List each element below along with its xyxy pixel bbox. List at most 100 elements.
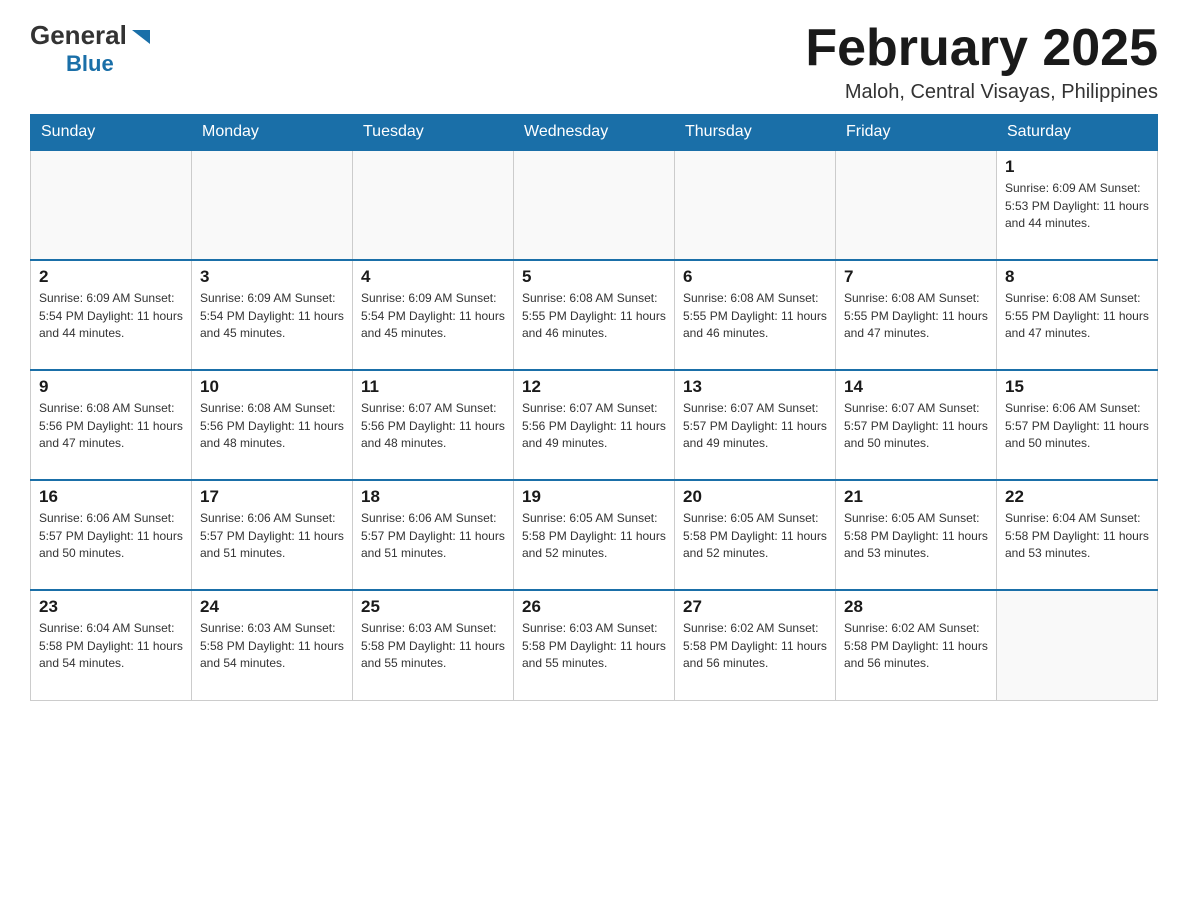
title-section: February 2025 Maloh, Central Visayas, Ph…: [805, 20, 1158, 104]
calendar-cell: [514, 150, 675, 260]
calendar-week-row: 9Sunrise: 6:08 AM Sunset: 5:56 PM Daylig…: [31, 370, 1158, 480]
day-info: Sunrise: 6:05 AM Sunset: 5:58 PM Dayligh…: [683, 510, 827, 562]
day-info: Sunrise: 6:09 AM Sunset: 5:54 PM Dayligh…: [39, 290, 183, 342]
calendar-cell: 23 Sunrise: 6:04 AM Sunset: 5:58 PM Dayli…: [31, 590, 192, 700]
day-info: Sunrise: 6:07 AM Sunset: 5:57 PM Dayligh…: [683, 400, 827, 452]
calendar-cell: 25 Sunrise: 6:03 AM Sunset: 5:58 PM Dayli…: [353, 590, 514, 700]
calendar-cell: [997, 590, 1158, 700]
day-number: 5: [522, 267, 666, 287]
calendar-cell: [675, 150, 836, 260]
day-number: 21: [844, 487, 988, 507]
day-number: 27: [683, 597, 827, 617]
calendar-cell: 2 Sunrise: 6:09 AM Sunset: 5:54 PM Daylig…: [31, 260, 192, 370]
calendar-cell: [31, 150, 192, 260]
calendar-cell: 18 Sunrise: 6:06 AM Sunset: 5:57 PM Dayli…: [353, 480, 514, 590]
calendar-cell: 14 Sunrise: 6:07 AM Sunset: 5:57 PM Dayli…: [836, 370, 997, 480]
day-number: 10: [200, 377, 344, 397]
day-number: 2: [39, 267, 183, 287]
weekday-header-monday: Monday: [192, 115, 353, 151]
day-number: 17: [200, 487, 344, 507]
logo-triangle-icon: [130, 26, 152, 48]
day-number: 11: [361, 377, 505, 397]
calendar-cell: 13 Sunrise: 6:07 AM Sunset: 5:57 PM Dayli…: [675, 370, 836, 480]
day-info: Sunrise: 6:04 AM Sunset: 5:58 PM Dayligh…: [39, 620, 183, 672]
day-info: Sunrise: 6:06 AM Sunset: 5:57 PM Dayligh…: [200, 510, 344, 562]
day-number: 19: [522, 487, 666, 507]
day-info: Sunrise: 6:08 AM Sunset: 5:55 PM Dayligh…: [1005, 290, 1149, 342]
day-info: Sunrise: 6:07 AM Sunset: 5:56 PM Dayligh…: [361, 400, 505, 452]
day-info: Sunrise: 6:08 AM Sunset: 5:56 PM Dayligh…: [200, 400, 344, 452]
day-info: Sunrise: 6:06 AM Sunset: 5:57 PM Dayligh…: [39, 510, 183, 562]
day-number: 28: [844, 597, 988, 617]
day-number: 26: [522, 597, 666, 617]
day-info: Sunrise: 6:04 AM Sunset: 5:58 PM Dayligh…: [1005, 510, 1149, 562]
day-number: 14: [844, 377, 988, 397]
day-number: 6: [683, 267, 827, 287]
day-number: 18: [361, 487, 505, 507]
logo-blue-text: Blue: [66, 51, 114, 76]
calendar-cell: 6Sunrise: 6:08 AM Sunset: 5:55 PM Daylig…: [675, 260, 836, 370]
day-number: 20: [683, 487, 827, 507]
weekday-header-thursday: Thursday: [675, 115, 836, 151]
calendar-cell: 24 Sunrise: 6:03 AM Sunset: 5:58 PM Dayli…: [192, 590, 353, 700]
calendar-week-row: 1 Sunrise: 6:09 AM Sunset: 5:53 PM Daylig…: [31, 150, 1158, 260]
calendar-cell: [836, 150, 997, 260]
weekday-header-wednesday: Wednesday: [514, 115, 675, 151]
weekday-header-tuesday: Tuesday: [353, 115, 514, 151]
calendar-cell: 11 Sunrise: 6:07 AM Sunset: 5:56 PM Dayli…: [353, 370, 514, 480]
day-number: 4: [361, 267, 505, 287]
day-number: 15: [1005, 377, 1149, 397]
logo: General Blue: [30, 20, 152, 77]
day-info: Sunrise: 6:03 AM Sunset: 5:58 PM Dayligh…: [361, 620, 505, 672]
page-header: General Blue February 2025 Maloh, Centra…: [30, 20, 1158, 104]
day-info: Sunrise: 6:08 AM Sunset: 5:55 PM Dayligh…: [844, 290, 988, 342]
calendar-cell: [192, 150, 353, 260]
day-number: 12: [522, 377, 666, 397]
day-number: 25: [361, 597, 505, 617]
calendar-week-row: 23 Sunrise: 6:04 AM Sunset: 5:58 PM Dayli…: [31, 590, 1158, 700]
weekday-header-saturday: Saturday: [997, 115, 1158, 151]
day-info: Sunrise: 6:06 AM Sunset: 5:57 PM Dayligh…: [1005, 400, 1149, 452]
calendar-header-row: SundayMondayTuesdayWednesdayThursdayFrid…: [31, 115, 1158, 151]
day-number: 7: [844, 267, 988, 287]
day-number: 23: [39, 597, 183, 617]
calendar-cell: 5 Sunrise: 6:08 AM Sunset: 5:55 PM Daylig…: [514, 260, 675, 370]
day-info: Sunrise: 6:09 AM Sunset: 5:53 PM Dayligh…: [1005, 180, 1149, 232]
day-info: Sunrise: 6:03 AM Sunset: 5:58 PM Dayligh…: [522, 620, 666, 672]
calendar-cell: 19 Sunrise: 6:05 AM Sunset: 5:58 PM Dayli…: [514, 480, 675, 590]
day-number: 8: [1005, 267, 1149, 287]
calendar-cell: 26 Sunrise: 6:03 AM Sunset: 5:58 PM Dayli…: [514, 590, 675, 700]
day-info: Sunrise: 6:08 AM Sunset: 5:56 PM Dayligh…: [39, 400, 183, 452]
day-info: Sunrise: 6:05 AM Sunset: 5:58 PM Dayligh…: [844, 510, 988, 562]
calendar-cell: 9Sunrise: 6:08 AM Sunset: 5:56 PM Daylig…: [31, 370, 192, 480]
day-info: Sunrise: 6:09 AM Sunset: 5:54 PM Dayligh…: [361, 290, 505, 342]
calendar-cell: 21 Sunrise: 6:05 AM Sunset: 5:58 PM Dayli…: [836, 480, 997, 590]
day-info: Sunrise: 6:08 AM Sunset: 5:55 PM Dayligh…: [522, 290, 666, 342]
day-info: Sunrise: 6:06 AM Sunset: 5:57 PM Dayligh…: [361, 510, 505, 562]
weekday-header-friday: Friday: [836, 115, 997, 151]
calendar-cell: 15 Sunrise: 6:06 AM Sunset: 5:57 PM Dayli…: [997, 370, 1158, 480]
day-info: Sunrise: 6:07 AM Sunset: 5:57 PM Dayligh…: [844, 400, 988, 452]
calendar-cell: 27 Sunrise: 6:02 AM Sunset: 5:58 PM Dayli…: [675, 590, 836, 700]
day-number: 13: [683, 377, 827, 397]
calendar-cell: 17 Sunrise: 6:06 AM Sunset: 5:57 PM Dayli…: [192, 480, 353, 590]
day-number: 24: [200, 597, 344, 617]
weekday-header-sunday: Sunday: [31, 115, 192, 151]
day-number: 1: [1005, 157, 1149, 177]
calendar-cell: 8 Sunrise: 6:08 AM Sunset: 5:55 PM Daylig…: [997, 260, 1158, 370]
day-info: Sunrise: 6:03 AM Sunset: 5:58 PM Dayligh…: [200, 620, 344, 672]
calendar-cell: [353, 150, 514, 260]
day-number: 16: [39, 487, 183, 507]
calendar-table: SundayMondayTuesdayWednesdayThursdayFrid…: [30, 114, 1158, 701]
logo-general-text: General: [30, 20, 127, 51]
calendar-cell: 16 Sunrise: 6:06 AM Sunset: 5:57 PM Dayli…: [31, 480, 192, 590]
page-subtitle: Maloh, Central Visayas, Philippines: [805, 81, 1158, 104]
calendar-cell: 3Sunrise: 6:09 AM Sunset: 5:54 PM Daylig…: [192, 260, 353, 370]
calendar-cell: 1 Sunrise: 6:09 AM Sunset: 5:53 PM Daylig…: [997, 150, 1158, 260]
calendar-cell: 28Sunrise: 6:02 AM Sunset: 5:58 PM Dayli…: [836, 590, 997, 700]
calendar-cell: 12Sunrise: 6:07 AM Sunset: 5:56 PM Dayli…: [514, 370, 675, 480]
day-info: Sunrise: 6:02 AM Sunset: 5:58 PM Dayligh…: [683, 620, 827, 672]
calendar-week-row: 2 Sunrise: 6:09 AM Sunset: 5:54 PM Daylig…: [31, 260, 1158, 370]
day-number: 22: [1005, 487, 1149, 507]
day-info: Sunrise: 6:05 AM Sunset: 5:58 PM Dayligh…: [522, 510, 666, 562]
